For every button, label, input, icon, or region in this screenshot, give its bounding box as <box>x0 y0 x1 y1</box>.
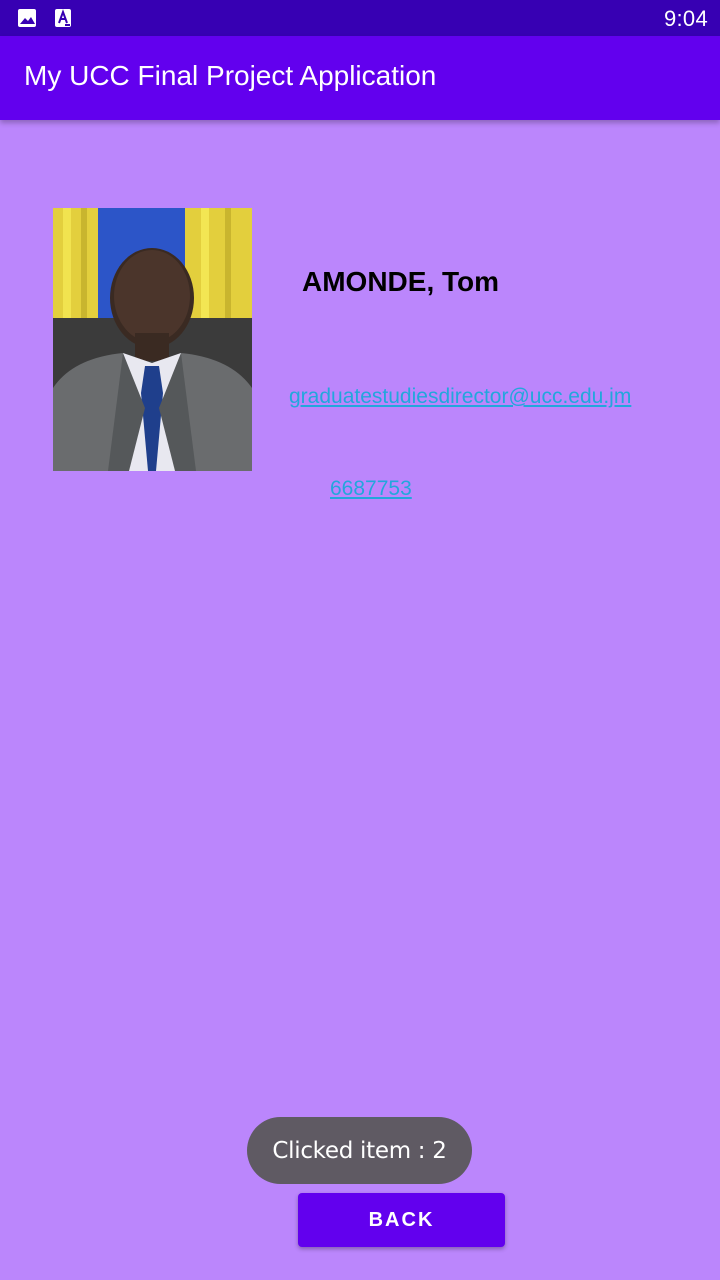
app-bar: My UCC Final Project Application <box>0 36 720 120</box>
contact-name: AMONDE, Tom <box>302 266 500 297</box>
phone-link[interactable]: 6687753 <box>330 477 412 501</box>
email-link[interactable]: graduatestudiesdirector@ucc.edu.jm <box>289 385 631 409</box>
status-bar: 9:04 <box>0 0 720 36</box>
status-time: 9:04 <box>663 6 708 31</box>
toast-message: Clicked item : 2 <box>247 1117 472 1184</box>
contact-photo <box>53 208 252 471</box>
font-icon <box>55 9 71 27</box>
image-icon <box>18 9 36 27</box>
person-photo-icon <box>53 208 252 471</box>
app-title: My UCC Final Project Application <box>24 60 437 91</box>
back-button[interactable]: BACK <box>298 1193 505 1247</box>
